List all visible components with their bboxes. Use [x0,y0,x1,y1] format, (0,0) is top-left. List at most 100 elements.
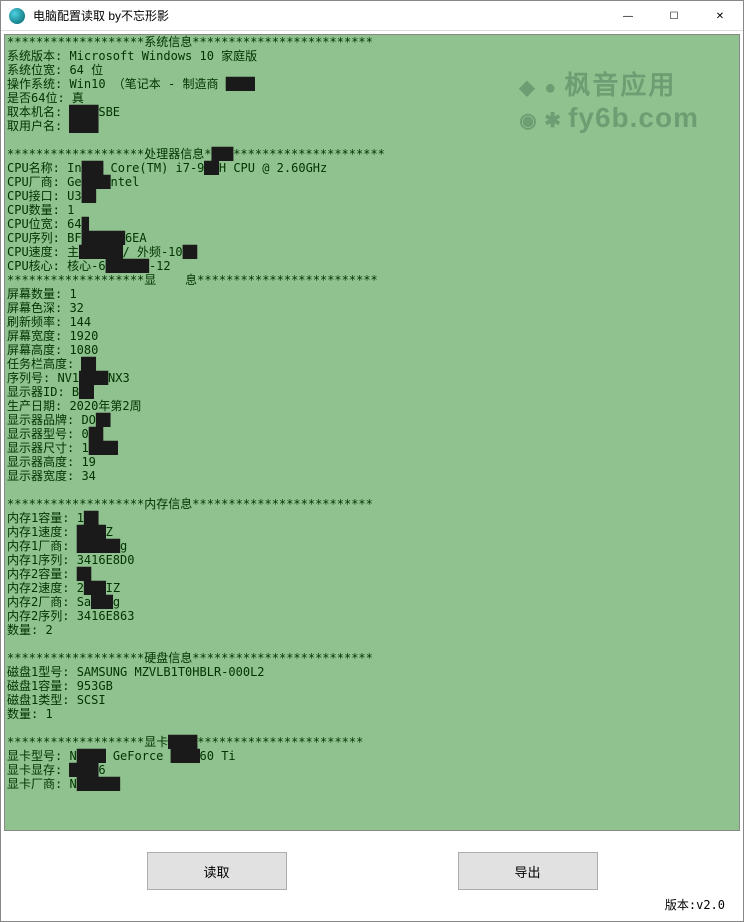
cpu-serial-b: 6EA [125,231,147,245]
redacted: ██ [81,357,95,371]
maximize-button[interactable]: ☐ [651,1,697,31]
redacted: ███ [212,147,234,161]
monid-label: 显示器ID: [7,385,72,399]
m1-vendor-b: g [120,539,127,553]
prod-date-value: 2020年第2周 [69,399,141,413]
prod-date-label: 生产日期: [7,399,69,413]
sys-pcname-label: 取本机名: [7,105,69,119]
redacted: ██ [82,189,96,203]
brand-label: 显示器品牌: [7,413,81,427]
cpu-serial-a: BF [67,231,81,245]
redacted: ████ [79,371,108,385]
redacted: █ [82,217,89,231]
m2-vendor-b: g [113,595,120,609]
cpu-header: *******************处理器信息* [7,147,212,161]
redacted: ██ [84,511,98,525]
redacted: ████ [82,175,111,189]
screen-count-value: 1 [69,287,76,301]
gpu-header-b: *********************** [197,735,363,749]
gpu-mem-b: 6 [98,763,105,777]
minimize-button[interactable]: — [605,1,651,31]
model-label: 显示器型号: [7,427,81,441]
sys-header: *******************系统信息*****************… [7,35,373,49]
cpu-speed-a: 主 [67,245,79,259]
button-row: 读取 导出 [1,834,743,894]
mem-count-label: 数量: [7,623,45,637]
cpu-core-a: 核心-6 [67,259,105,273]
app-icon [9,8,25,24]
disk-type-value: SCSI [77,693,106,707]
read-button[interactable]: 读取 [147,852,287,890]
sys-os-label: 操作系统: [7,77,69,91]
m2-speed-a: 2 [77,581,84,595]
mon-serial-label: 序列号: [7,371,57,385]
m2-vendor-a: Sa [77,595,91,609]
cpu-speed-label: CPU速度: [7,245,67,259]
redacted: ██████ [82,231,125,245]
m1-serial-value: 3416E8D0 [77,553,135,567]
m2-speed-label: 内存2速度: [7,581,77,595]
mwidth-label: 显示器宽度: [7,469,81,483]
cpu-name-b: Core(TM) i7-9 [103,161,204,175]
sys-ver-value: Microsoft Windows 10 家庭版 [69,49,257,63]
sys-pcname-b: SBE [98,105,120,119]
cpu-socket-value: U3 [67,189,81,203]
cpu-header-tail: ********************* [233,147,385,161]
mheight-value: 19 [81,455,95,469]
redacted: ████ [69,763,98,777]
m2-serial-value: 3416E863 [77,609,135,623]
screen-height-value: 1080 [69,343,98,357]
disk-count-value: 1 [45,707,52,721]
mon-serial-b: NX3 [108,371,130,385]
m2-cap-label: 内存2容量: [7,567,77,581]
version-label: 版本:v2.0 [1,894,743,921]
mwidth-value: 34 [81,469,95,483]
cpu-width-value: 64 [67,217,81,231]
m1-cap-a: 1 [77,511,84,525]
sys-is64-label: 是否64位: [7,91,72,105]
redacted: ████ [171,749,200,763]
screen-height-label: 屏幕高度: [7,343,69,357]
redacted: ██ [96,413,110,427]
sys-os-a: Win10 （笔记本 - 制造商 [69,77,225,91]
m1-vendor-label: 内存1厂商: [7,539,77,553]
export-button[interactable]: 导出 [458,852,598,890]
redacted: ██ [204,161,218,175]
m1-speed-label: 内存1速度: [7,525,77,539]
disk-header: *******************硬盘信息*****************… [7,651,373,665]
model-a: 0 [81,427,88,441]
cpu-core-b: -12 [149,259,171,273]
gpu-model-b: GeForce [106,749,171,763]
cpu-count-label: CPU数量: [7,203,67,217]
redacted: ██████ [79,245,122,259]
close-button[interactable]: ✕ [697,1,743,31]
redacted: ██ [183,245,197,259]
m1-serial-label: 内存1序列: [7,553,77,567]
gpu-vendor-a: N [69,777,76,791]
screen-width-label: 屏幕宽度: [7,329,69,343]
mem-header: *******************内存信息*****************… [7,497,373,511]
m2-vendor-label: 内存2厂商: [7,595,77,609]
color-depth-label: 屏幕色深: [7,301,69,315]
redacted: ██████ [106,259,149,273]
cpu-name-label: CPU名称: [7,161,67,175]
cpu-core-label: CPU核心: [7,259,67,273]
brand-a: DO [81,413,95,427]
sys-is64-value: 真 [72,91,84,105]
cpu-speed-b: / 外频-10 [123,245,183,259]
output-textarea[interactable]: *******************系统信息*****************… [5,35,739,830]
cpu-count-value: 1 [67,203,74,217]
redacted: ████ [77,525,106,539]
redacted: ███ [84,581,106,595]
cpu-vendor-a: Ge [67,175,81,189]
display-header: *******************显 息******************… [7,273,378,287]
msize-label: 显示器尺寸: [7,441,81,455]
m1-cap-label: 内存1容量: [7,511,77,525]
screen-width-value: 1920 [69,329,98,343]
disk-type-label: 磁盘1类型: [7,693,77,707]
redacted: ████ [77,749,106,763]
redacted: ████ [69,119,98,133]
cpu-vendor-b: ntel [110,175,139,189]
titlebar[interactable]: 电脑配置读取 by不忘形影 — ☐ ✕ [1,1,743,31]
redacted: ██████ [77,539,120,553]
